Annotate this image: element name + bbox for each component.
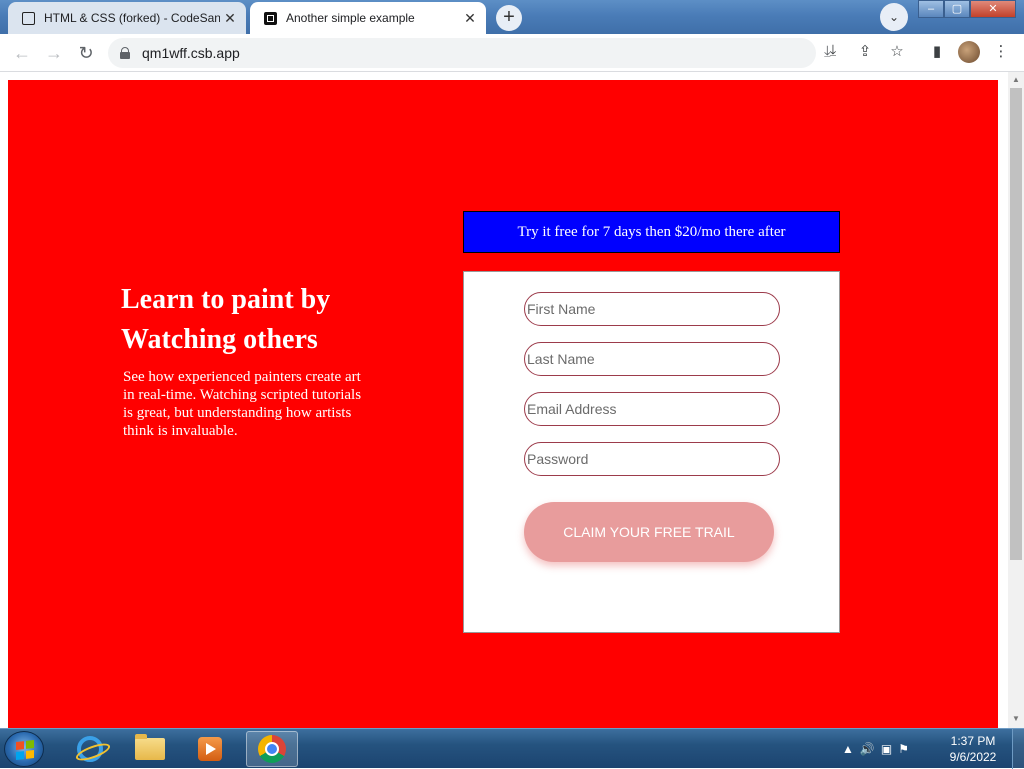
tab-title: Another simple example (286, 11, 415, 25)
minimize-button[interactable]: – (918, 0, 944, 18)
taskbar-chrome[interactable] (246, 731, 298, 767)
codesandbox-favicon-icon (22, 11, 35, 25)
hero-heading: Learn to paint by Watching others (121, 284, 331, 355)
scrollbar-thumb[interactable] (1010, 88, 1022, 560)
folder-icon (135, 734, 165, 760)
clock-time: 1:37 PM (950, 734, 996, 748)
password-input[interactable] (524, 442, 780, 476)
system-tray: ▲ 🔊 ▣ ⚑ (842, 729, 909, 769)
download-icon[interactable]: ⤓ (822, 42, 844, 64)
tab-title: HTML & CSS (forked) - CodeSand (44, 11, 220, 25)
tab-codesandbox[interactable]: HTML & CSS (forked) - CodeSand ✕ (8, 2, 246, 34)
page-viewport: Learn to paint by Watching others See ho… (0, 72, 1008, 728)
close-window-button[interactable]: ✕ (970, 0, 1016, 18)
promo-banner: Try it free for 7 days then $20/mo there… (463, 211, 840, 253)
reload-button[interactable]: ↻ (74, 41, 98, 65)
claim-free-trial-button[interactable]: CLAIM YOUR FREE TRAIL (524, 502, 774, 562)
browser-toolbar: ← → ↻ qm1wff.csb.app ⤓ ⤓ ⇪ ☆ ▮ ⋮ (0, 34, 1024, 72)
scroll-up-arrow-icon[interactable]: ▲ (1012, 75, 1020, 84)
window-controls: – ▢ ✕ (918, 0, 1016, 18)
show-desktop-button[interactable] (1012, 729, 1024, 769)
share-icon[interactable]: ⇪ (854, 42, 876, 64)
start-button[interactable] (4, 731, 44, 767)
email-input[interactable] (524, 392, 780, 426)
tab-close-icon[interactable]: ✕ (460, 10, 480, 27)
back-button[interactable]: ← (10, 41, 34, 65)
maximize-button[interactable]: ▢ (944, 0, 970, 18)
taskbar-internet-explorer[interactable] (64, 731, 116, 767)
address-bar[interactable]: qm1wff.csb.app ⤓ (108, 38, 831, 68)
new-tab-button[interactable]: + (496, 5, 522, 31)
tab-another-simple-example[interactable]: Another simple example ✕ (250, 2, 486, 34)
chrome-icon (258, 735, 286, 763)
url-text[interactable]: qm1wff.csb.app (142, 45, 240, 61)
network-icon[interactable]: ▣ (881, 742, 892, 756)
more-menu-icon[interactable]: ⋮ (990, 42, 1012, 64)
lock-icon[interactable] (120, 47, 130, 59)
tab-search-button[interactable]: ⌄ (880, 3, 908, 31)
scroll-down-arrow-icon[interactable]: ▼ (1012, 714, 1020, 723)
bookmark-star-icon[interactable]: ☆ (886, 42, 908, 64)
taskbar-file-explorer[interactable] (124, 731, 176, 767)
first-name-input[interactable] (524, 292, 780, 326)
media-player-icon (198, 737, 222, 761)
clock-date: 9/6/2022 (949, 750, 997, 764)
profile-avatar[interactable] (958, 41, 980, 63)
internet-explorer-icon (77, 736, 103, 762)
hero-section: Learn to paint by Watching others See ho… (121, 280, 371, 440)
taskbar-clock[interactable]: 1:37 PM 9/6/2022 (940, 733, 1006, 765)
taskbar-media-player[interactable] (184, 731, 236, 767)
signup-form: CLAIM YOUR FREE TRAIL (463, 271, 840, 633)
side-panel-icon[interactable]: ▮ (926, 42, 948, 64)
volume-icon[interactable]: 🔊 (860, 742, 875, 756)
page-favicon-icon (264, 11, 277, 25)
hero-description: See how experienced painters create art … (123, 369, 362, 439)
page-scrollbar[interactable]: ▲ ▼ (1008, 72, 1024, 728)
browser-titlebar: HTML & CSS (forked) - CodeSand ✕ Another… (0, 0, 1024, 34)
last-name-input[interactable] (524, 342, 780, 376)
page-background: Learn to paint by Watching others See ho… (8, 80, 998, 728)
tab-close-icon[interactable]: ✕ (220, 10, 240, 27)
windows-taskbar: ▲ 🔊 ▣ ⚑ 1:37 PM 9/6/2022 (0, 728, 1024, 769)
action-center-flag-icon[interactable]: ⚑ (898, 742, 909, 756)
forward-button[interactable]: → (42, 41, 66, 65)
windows-logo-icon (16, 740, 34, 760)
show-hidden-icons-icon[interactable]: ▲ (842, 742, 854, 756)
